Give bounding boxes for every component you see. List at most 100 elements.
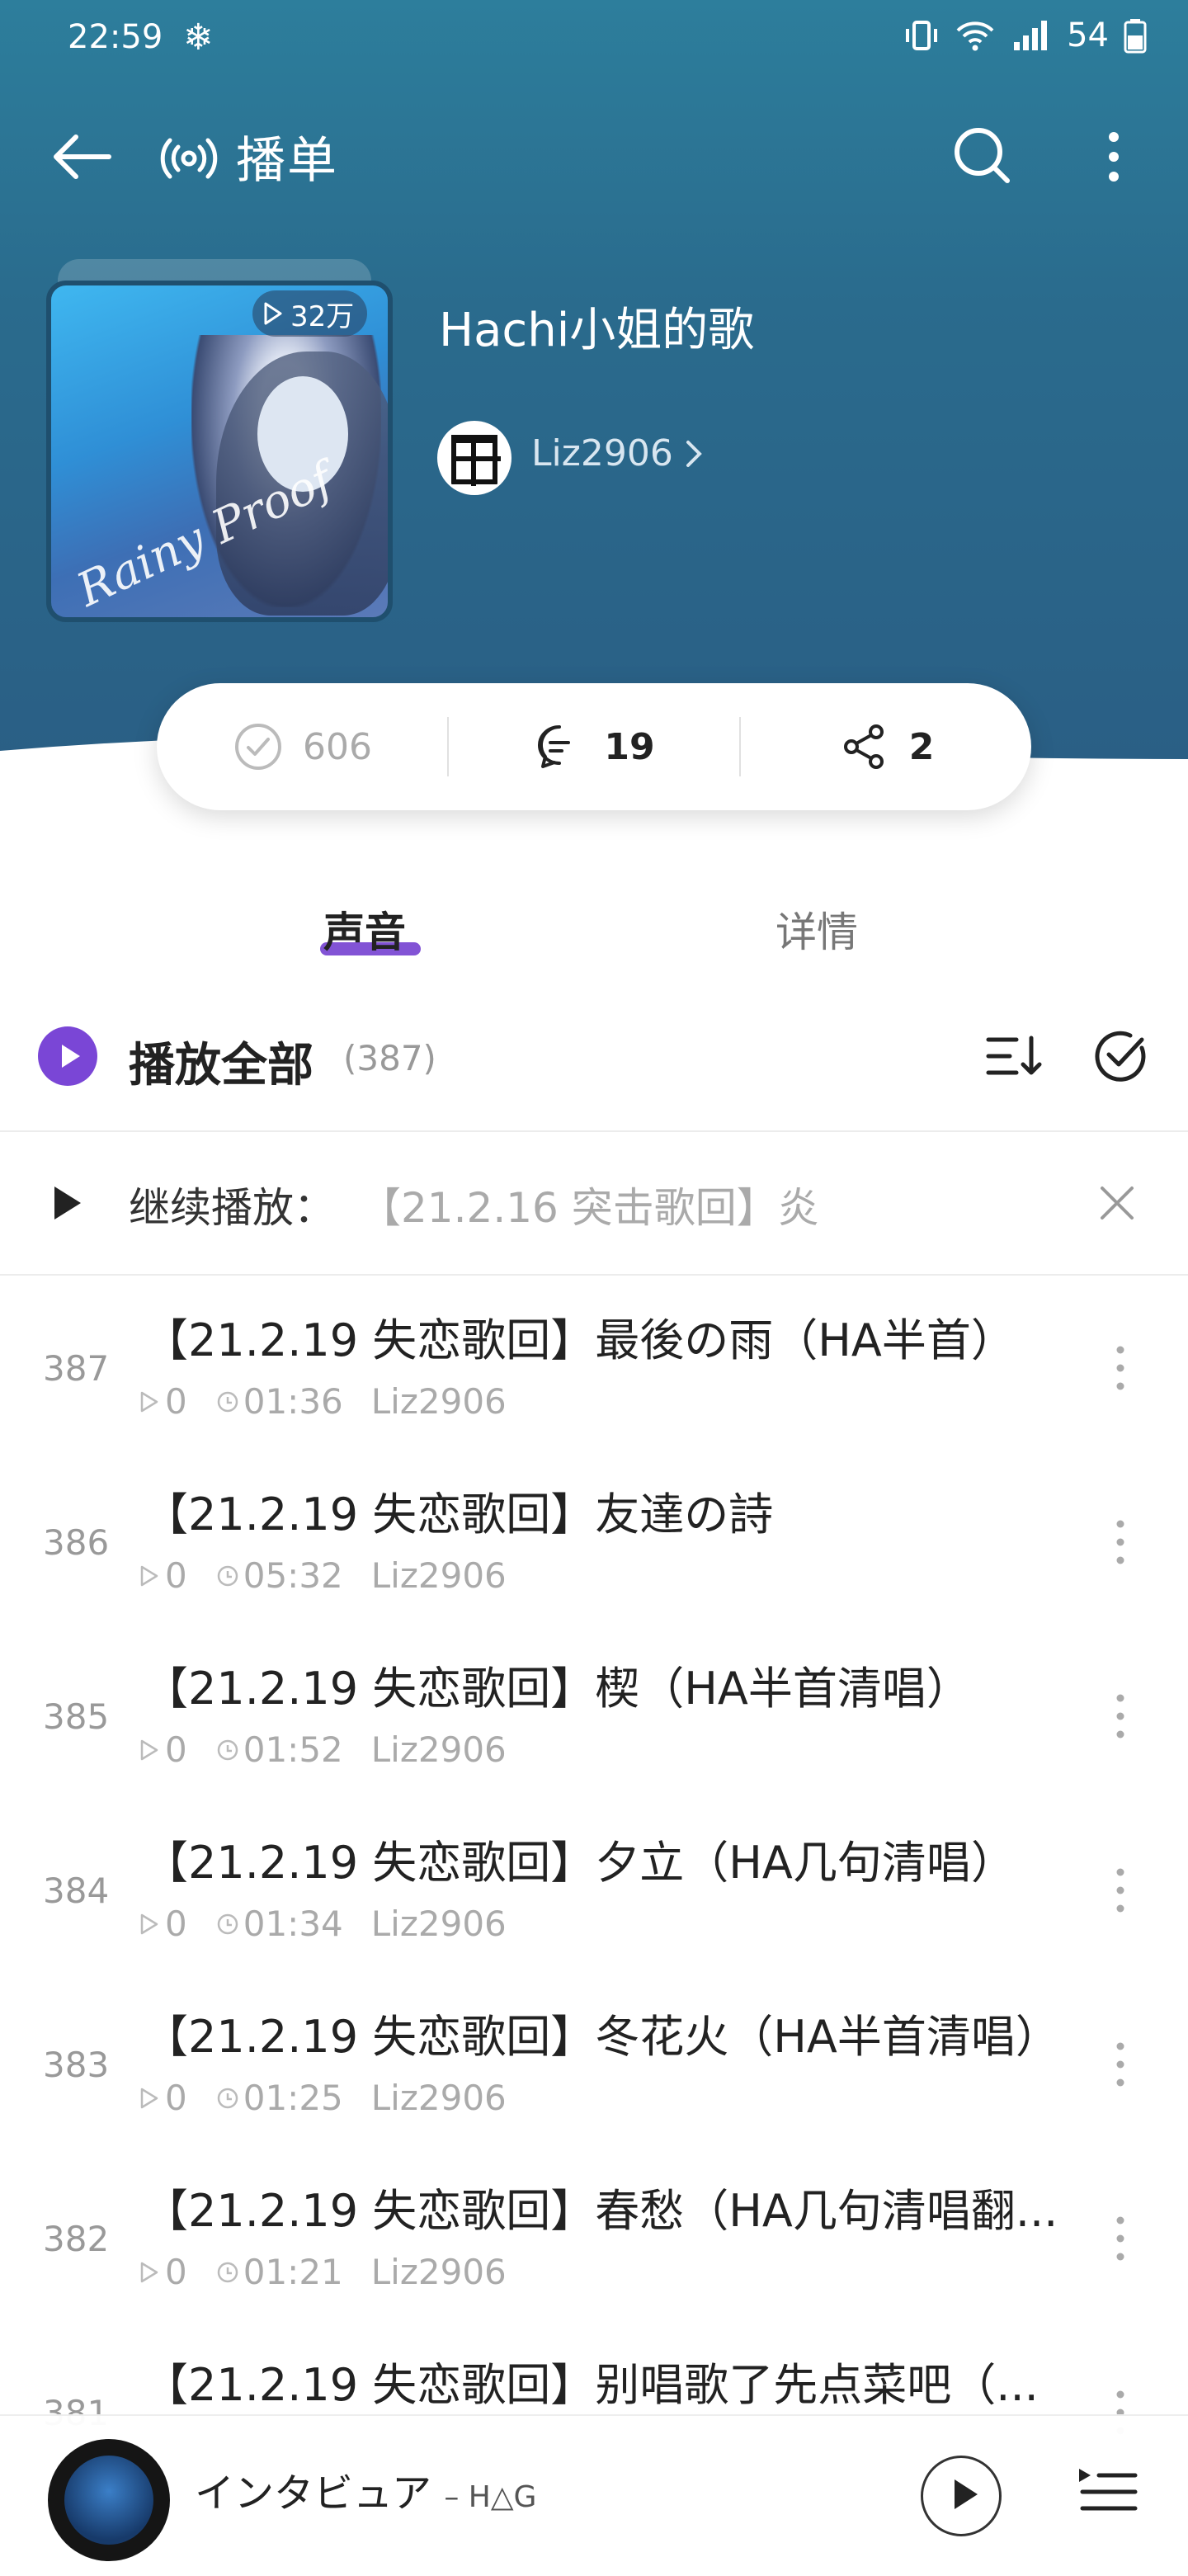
play-outline-icon [264,302,282,325]
track-number: 387 [43,1348,110,1389]
track-title[interactable]: 【21.2.19 失恋歌回】春愁（HA几句清唱翻... [144,2174,1076,2239]
track-more-icon[interactable] [1106,2031,1135,2097]
track-play-count: 0 [165,2252,187,2292]
mini-song-title: インタビュア [195,2470,432,2517]
track-number: 384 [43,1871,110,1911]
comment-count: 19 [604,725,655,768]
track-duration-text: 01:25 [243,2078,343,2118]
track-plays: 0 [137,1904,187,1944]
top-bar: 播单 [0,116,1188,198]
track-play-count: 0 [165,1729,187,1770]
play-all-button[interactable] [38,1026,97,1086]
continue-track: 【21.2.16 突击歌回】炎 [360,1184,819,1232]
close-icon[interactable] [1094,1180,1140,1226]
track-play-count: 0 [165,1904,187,1944]
track-duration-text: 01:21 [243,2252,343,2292]
continue-play-row[interactable]: 继续播放： 【21.2.16 突击歌回】炎 [0,1132,1188,1272]
track-uploader[interactable]: Liz2906 [371,1381,507,1422]
track-plays: 0 [137,1381,187,1422]
track-uploader[interactable]: Liz2906 [371,1729,507,1770]
clock-icon [217,1565,238,1586]
track-meta: 0 01:25 Liz2906 [137,2078,535,2118]
tab-details[interactable]: 详情 [776,899,858,959]
track-number: 386 [43,1522,110,1563]
play-all-label[interactable]: 播放全部 [129,1028,314,1095]
track-plays: 0 [137,2252,187,2292]
snowflake-icon: ❄ [183,17,214,59]
track-title[interactable]: 【21.2.19 失恋歌回】别唱歌了先点菜吧（... [144,2348,1076,2413]
track-plays: 0 [137,1555,187,1596]
share-icon [843,724,884,769]
sort-icon[interactable] [980,1023,1046,1089]
mini-player[interactable]: インタビュア – H△G [0,2414,1188,2576]
track-duration: 05:32 [215,1555,343,1596]
play-outline-icon [140,1391,158,1412]
track-uploader[interactable]: Liz2906 [371,2078,507,2118]
clock-icon [217,1391,238,1412]
track-more-icon[interactable] [1106,1683,1135,1749]
track-plays: 0 [137,1729,187,1770]
mini-play-button[interactable] [921,2456,1002,2536]
mini-player-disc[interactable] [48,2439,170,2561]
track-title[interactable]: 【21.2.19 失恋歌回】夕立（HA几句清唱） [144,1826,1076,1891]
track-duration: 01:21 [215,2252,343,2292]
multi-select-icon[interactable] [1087,1023,1153,1089]
play-outline-icon [140,2088,158,2108]
track-count: (387) [343,1038,436,1078]
track-more-icon[interactable] [1106,1509,1135,1575]
tab-sounds[interactable]: 声音 [323,899,406,959]
comment-icon [538,724,571,768]
track-uploader[interactable]: Liz2906 [371,2252,507,2292]
status-time: 22:59 [68,18,163,56]
clock-icon [217,1913,238,1934]
back-arrow-icon[interactable] [50,130,116,183]
track-row[interactable]: 387 【21.2.19 失恋歌回】最後の雨（HA半首） 0 01:36 Liz… [0,1277,1188,1451]
track-row[interactable]: 385 【21.2.19 失恋歌回】楔（HA半首清唱） 0 01:52 Liz2… [0,1625,1188,1799]
track-meta: 0 01:36 Liz2906 [137,1381,535,1422]
more-options-icon[interactable] [1097,124,1130,190]
track-title[interactable]: 【21.2.19 失恋歌回】友達の詩 [144,1478,1076,1543]
comments-button[interactable]: 19 [449,720,739,773]
track-more-icon[interactable] [1106,1857,1135,1923]
share-button[interactable]: 2 [741,720,1031,773]
mini-player-song[interactable]: インタビュア – H△G [195,2460,536,2518]
track-more-icon[interactable] [1106,1335,1135,1401]
broadcast-icon [160,138,218,179]
track-title[interactable]: 【21.2.19 失恋歌回】楔（HA半首清唱） [144,1652,1076,1717]
track-meta: 0 05:32 Liz2906 [137,1555,535,1596]
status-bar: 22:59 ❄ 54 [0,0,1188,79]
stats-bar: 606 19 2 [157,683,1031,810]
track-uploader[interactable]: Liz2906 [371,1904,507,1944]
album-title: Hachi小姐的歌 [439,304,755,357]
owner-avatar[interactable] [437,421,512,495]
wifi-icon [956,21,994,51]
track-play-count: 0 [165,1381,187,1422]
track-duration-text: 01:34 [243,1904,343,1944]
play-outline-icon [140,1565,158,1586]
track-title[interactable]: 【21.2.19 失恋歌回】最後の雨（HA半首） [144,1304,1076,1369]
play-count-text: 32万 [290,300,355,333]
track-duration: 01:36 [215,1381,343,1422]
share-count: 2 [908,725,935,768]
track-row[interactable]: 386 【21.2.19 失恋歌回】友達の詩 0 05:32 Liz2906 [0,1451,1188,1625]
owner-link[interactable]: Liz2906 [531,432,705,474]
mini-player-art [64,2456,153,2545]
check-circle-icon [235,724,281,770]
play-icon [54,1187,81,1220]
track-row[interactable]: 383 【21.2.19 失恋歌回】冬花火（HA半首清唱） 0 01:25 Li… [0,1974,1188,2147]
battery-level: 54 [1067,17,1109,54]
search-icon[interactable] [949,122,1015,188]
track-title[interactable]: 【21.2.19 失恋歌回】冬花火（HA半首清唱） [144,2000,1076,2065]
track-uploader[interactable]: Liz2906 [371,1555,507,1596]
track-duration: 01:52 [215,1729,343,1770]
track-row[interactable]: 384 【21.2.19 失恋歌回】夕立（HA几句清唱） 0 01:34 Liz… [0,1800,1188,1973]
subscribe-button[interactable]: 606 [157,720,447,773]
playlist-queue-icon[interactable] [1074,2459,1140,2525]
clock-icon [217,2088,238,2108]
continue-label: 继续播放： [129,1184,335,1232]
track-row[interactable]: 382 【21.2.19 失恋歌回】春愁（HA几句清唱翻... 0 01:21 … [0,2148,1188,2321]
track-meta: 0 01:34 Liz2906 [137,1904,535,1944]
track-more-icon[interactable] [1106,2206,1135,2272]
track-duration: 01:34 [215,1904,343,1944]
owner-name: Liz2906 [531,432,673,474]
